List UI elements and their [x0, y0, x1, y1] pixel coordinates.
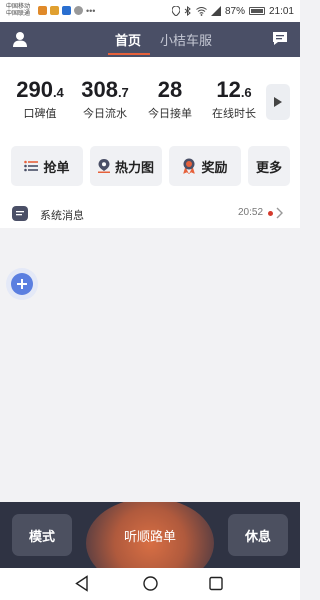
- listen-route-orders-button[interactable]: 听顺路单: [110, 526, 190, 545]
- unread-dot: [268, 211, 273, 216]
- more-label: 更多: [255, 159, 282, 175]
- app-notification-icon: [50, 6, 59, 15]
- system-nav-bar: [0, 568, 300, 600]
- stats-panel: 290.4 口碑值 308.7 今日流水 28 今日接单 12.6 在线时长: [0, 57, 300, 132]
- list-icon: [24, 160, 39, 172]
- stat-today-orders[interactable]: 28 今日接单: [142, 77, 198, 121]
- signal-icon: [210, 6, 221, 16]
- medal-icon: [183, 158, 196, 174]
- message-icon[interactable]: [272, 31, 288, 51]
- stat-online-hours[interactable]: 12.6 在线时长: [206, 77, 262, 121]
- heatmap-button[interactable]: 热力图: [90, 146, 162, 186]
- stat-label: 口碑值: [23, 108, 57, 120]
- location-icon: [171, 6, 180, 16]
- more-notifications-icon: •••: [86, 6, 96, 16]
- wifi-icon: [196, 7, 207, 16]
- tab-car-service[interactable]: 小桔车服: [160, 30, 212, 49]
- carrier-info: 中国移动 中国联通: [6, 4, 36, 18]
- mode-button[interactable]: 模式: [12, 514, 72, 556]
- back-icon[interactable]: [74, 575, 90, 597]
- home-icon[interactable]: [142, 575, 159, 597]
- reward-label: 奖励: [201, 159, 228, 175]
- message-bubble-icon: [12, 206, 28, 221]
- app-notification-icon: [62, 6, 71, 15]
- active-tab-indicator: [108, 53, 150, 55]
- clock: 21:01: [268, 5, 294, 17]
- floating-add-button[interactable]: [6, 268, 38, 300]
- stats-next-button[interactable]: [266, 84, 290, 120]
- map-pin-icon: [97, 159, 110, 173]
- message-time: 20:52: [238, 207, 264, 218]
- more-button[interactable]: 更多: [248, 146, 290, 186]
- bottom-bar: 模式 听顺路单 休息: [0, 502, 300, 568]
- carrier-secondary: 中国联通: [6, 11, 31, 17]
- shield-plus-icon: [11, 273, 33, 295]
- message-title: 系统消息: [40, 210, 84, 222]
- triangle-right-icon: [274, 97, 282, 107]
- stat-decimal: .7: [117, 85, 129, 100]
- stat-label: 在线时长: [212, 108, 256, 120]
- action-bar: 抢单 热力图 奖励 更多: [0, 132, 300, 198]
- stat-value: 290: [16, 77, 53, 102]
- grab-order-label: 抢单: [43, 159, 70, 175]
- status-right: 87% 21:01: [171, 5, 294, 17]
- notification-icons: •••: [38, 6, 95, 16]
- stat-decimal: .6: [240, 85, 252, 100]
- chat-notification-icon: [74, 6, 83, 15]
- chevron-right-icon: [276, 206, 283, 224]
- stat-value: 12: [216, 77, 241, 102]
- rest-button[interactable]: 休息: [228, 514, 288, 556]
- stat-value: 308: [81, 77, 118, 102]
- status-bar: 中国移动 中国联通 ••• 87% 21:01: [0, 0, 300, 22]
- battery-icon: [248, 7, 265, 15]
- stat-decimal: .4: [52, 85, 64, 100]
- system-message-row[interactable]: 系统消息 20:52: [0, 198, 300, 228]
- stat-value: 28: [157, 77, 183, 102]
- app-notification-icon: [38, 6, 47, 15]
- stat-today-income[interactable]: 308.7 今日流水: [77, 77, 133, 121]
- heatmap-label: 热力图: [114, 159, 154, 175]
- tab-home[interactable]: 首页: [113, 30, 143, 49]
- user-profile-icon[interactable]: [12, 31, 28, 52]
- bluetooth-icon: [184, 6, 191, 16]
- grab-order-button[interactable]: 抢单: [11, 146, 83, 186]
- header-bar: 首页 小桔车服: [0, 22, 300, 57]
- battery-text: 87%: [224, 5, 245, 17]
- stat-label: 今日接单: [148, 108, 192, 120]
- reward-button[interactable]: 奖励: [169, 146, 241, 186]
- stat-label: 今日流水: [83, 108, 127, 120]
- recent-apps-icon[interactable]: [208, 575, 224, 597]
- stat-reputation[interactable]: 290.4 口碑值: [12, 77, 68, 121]
- carrier-primary: 中国移动: [6, 4, 31, 10]
